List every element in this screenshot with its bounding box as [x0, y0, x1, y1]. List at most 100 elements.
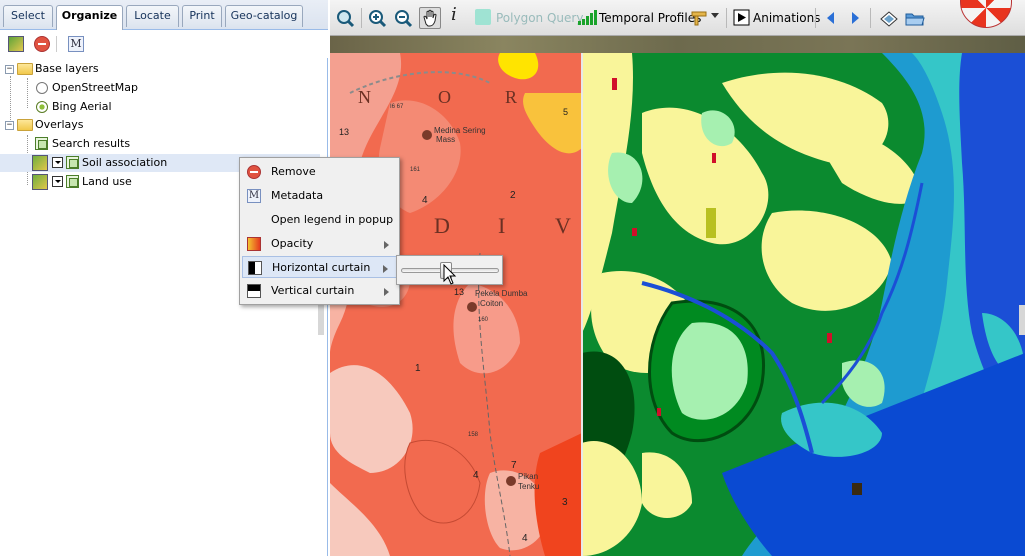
- town-marker: [422, 130, 432, 140]
- horizontal-curtain-icon: [248, 261, 262, 275]
- menu-item-horizontal-curtain[interactable]: Horizontal curtain: [242, 256, 397, 278]
- tree-node-base-layers[interactable]: − Base layers: [0, 60, 328, 78]
- layer-checkbox[interactable]: [66, 175, 79, 188]
- layer-style-icon[interactable]: [32, 155, 48, 171]
- place-label: Tenku: [518, 482, 539, 491]
- tree-label: Bing Aerial: [52, 100, 112, 113]
- land-zone-olive: [706, 208, 716, 238]
- next-extent-icon[interactable]: [844, 7, 866, 29]
- menu-label: Remove: [271, 165, 316, 178]
- tab-print[interactable]: Print: [182, 5, 222, 27]
- menu-label: Metadata: [271, 189, 324, 202]
- menu-item-vertical-curtain[interactable]: Vertical curtain: [242, 280, 397, 302]
- tree-label: Soil association: [82, 156, 168, 169]
- cursor-pointer-icon: [443, 264, 457, 285]
- print-map-icon[interactable]: [878, 7, 900, 29]
- toolbar-separator: [56, 36, 57, 52]
- menu-label: Open legend in popup: [271, 213, 394, 226]
- tree-label: Land use: [82, 175, 132, 188]
- tab-bar: Select Organize Locate Print Geo-catalog: [0, 0, 328, 30]
- layer-options-dropdown-icon[interactable]: [52, 176, 63, 187]
- tab-locate[interactable]: Locate: [126, 5, 179, 27]
- map-letter: R: [505, 87, 517, 107]
- zone-number: 4: [422, 195, 428, 206]
- zone-number: 13: [339, 127, 349, 137]
- map-letter: O: [438, 87, 451, 107]
- map-letter: N: [358, 87, 371, 107]
- tree-node-bing-aerial[interactable]: Bing Aerial: [0, 98, 328, 116]
- place-label: Pekela Dumba: [475, 289, 528, 298]
- settlement-marker: [827, 333, 832, 343]
- place-label: Pikan: [518, 472, 538, 481]
- layer-checkbox[interactable]: [66, 156, 79, 169]
- remove-icon[interactable]: [34, 36, 50, 52]
- menu-item-metadata[interactable]: M Metadata: [242, 185, 397, 207]
- layer-options-dropdown-icon[interactable]: [52, 157, 63, 168]
- curtain-divider[interactable]: [581, 53, 583, 556]
- place-label: Mass: [436, 135, 455, 144]
- menu-item-open-legend[interactable]: Open legend in popup: [242, 209, 397, 231]
- play-icon[interactable]: [731, 7, 753, 29]
- map-toolbar: i Polygon Query Temporal Profiles Animat…: [330, 0, 1025, 36]
- zoom-out-icon[interactable]: [392, 7, 414, 29]
- town-marker: [506, 476, 516, 486]
- folder-icon: [17, 119, 33, 131]
- elevation-label: I6 67: [390, 104, 404, 110]
- settlement-marker: [712, 153, 716, 163]
- opacity-icon: [247, 237, 261, 251]
- tree-node-openstreetmap[interactable]: OpenStreetMap: [0, 79, 328, 97]
- submenu-arrow-icon: [383, 265, 388, 273]
- place-label: Coiton: [480, 299, 503, 308]
- collapse-panel-handle[interactable]: [1019, 305, 1025, 335]
- metadata-icon[interactable]: M: [68, 36, 84, 52]
- add-layer-icon[interactable]: [8, 36, 24, 52]
- polygon-query-icon[interactable]: [473, 7, 495, 29]
- zone-number: 4: [473, 470, 479, 481]
- settlement-marker: [612, 78, 617, 90]
- collapse-panel-handle[interactable]: [318, 305, 324, 335]
- toolbar-separator: [870, 8, 871, 28]
- vertical-curtain-icon: [247, 284, 261, 298]
- toolbar-separator: [361, 8, 362, 28]
- elevation-label: 160: [478, 317, 489, 323]
- menu-item-opacity[interactable]: Opacity: [242, 233, 397, 255]
- previous-extent-icon[interactable]: [820, 7, 842, 29]
- tab-organize[interactable]: Organize: [56, 5, 123, 30]
- open-folder-icon[interactable]: [904, 7, 926, 29]
- tree-node-search-results[interactable]: Search results: [0, 135, 328, 153]
- layer-style-icon[interactable]: [32, 174, 48, 190]
- layer-toolbar: M: [0, 30, 328, 58]
- collapse-icon[interactable]: −: [5, 121, 14, 130]
- layer-checkbox[interactable]: [35, 137, 48, 150]
- animations-button[interactable]: Animations: [753, 8, 820, 28]
- tab-select[interactable]: Select: [3, 5, 53, 27]
- collapse-icon[interactable]: −: [5, 65, 14, 74]
- settlement-marker: [852, 483, 862, 495]
- zone-number: 3: [562, 497, 568, 508]
- land-use-map[interactable]: [582, 53, 1025, 556]
- layer-context-menu: Remove M Metadata Open legend in popup O…: [239, 157, 400, 305]
- chevron-down-icon[interactable]: [711, 13, 719, 18]
- remove-icon: [247, 165, 261, 179]
- map-letter: I: [498, 213, 505, 238]
- measure-ruler-icon[interactable]: [689, 7, 711, 29]
- town-marker: [467, 302, 477, 312]
- radio-openstreetmap[interactable]: [36, 82, 48, 94]
- polygon-query-button[interactable]: Polygon Query: [496, 8, 583, 28]
- toolbar-separator: [815, 8, 816, 28]
- zoom-in-icon[interactable]: [366, 7, 388, 29]
- tree-node-overlays[interactable]: − Overlays: [0, 116, 328, 134]
- tree-label: Overlays: [35, 118, 84, 131]
- settlement-marker: [632, 228, 637, 236]
- pan-hand-icon[interactable]: [419, 7, 441, 29]
- elevation-label: 161: [410, 167, 421, 173]
- tree-label: Search results: [52, 137, 131, 150]
- folder-icon: [17, 63, 33, 75]
- temporal-profiles-icon[interactable]: [576, 7, 598, 29]
- menu-item-remove[interactable]: Remove: [242, 161, 397, 183]
- zoom-extent-icon[interactable]: [334, 7, 356, 29]
- info-icon[interactable]: i: [451, 5, 457, 25]
- radio-bing-aerial[interactable]: [36, 101, 48, 113]
- temporal-profiles-button[interactable]: Temporal Profiles: [599, 8, 701, 28]
- tab-geo-catalog[interactable]: Geo-catalog: [225, 5, 303, 27]
